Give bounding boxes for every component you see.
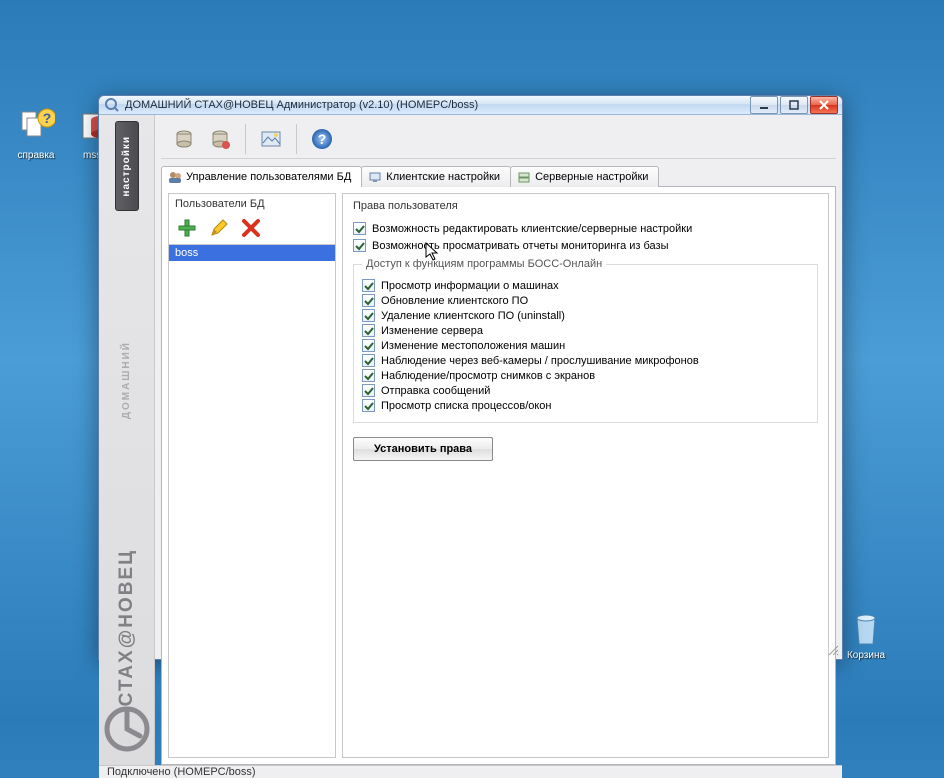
tab-label: Серверные настройки bbox=[535, 171, 648, 183]
resize-grip[interactable] bbox=[827, 644, 839, 656]
checkbox-icon bbox=[362, 324, 375, 337]
desktop-recycle-icon[interactable]: Корзина bbox=[836, 608, 896, 661]
brand-text-2: СТАХ@НОВЕЦ bbox=[116, 549, 138, 706]
toolbar: ? bbox=[161, 119, 836, 159]
checkbox-icon bbox=[362, 309, 375, 322]
desktop-help-icon[interactable]: ? справка bbox=[6, 108, 66, 161]
edit-user-button[interactable] bbox=[207, 216, 231, 240]
toolbar-image-button[interactable] bbox=[256, 124, 286, 154]
chk-label: Просмотр списка процессов/окон bbox=[381, 400, 552, 412]
toolbar-separator bbox=[245, 124, 246, 154]
user-list[interactable]: boss bbox=[169, 244, 335, 757]
tabstrip: Управление пользователями БД Клиентские … bbox=[161, 165, 836, 186]
delete-user-button[interactable] bbox=[239, 216, 263, 240]
checkbox-icon bbox=[362, 339, 375, 352]
chk-option-6[interactable]: Наблюдение/просмотр снимков с экранов bbox=[362, 369, 809, 382]
users-pane: Пользователи БД boss bbox=[168, 193, 336, 758]
client-icon bbox=[368, 170, 382, 184]
svg-text:?: ? bbox=[318, 131, 327, 147]
chk-edit-settings[interactable]: Возможность редактировать клиентские/сер… bbox=[353, 222, 818, 235]
permissions-pane: Права пользователя Возможность редактиро… bbox=[342, 193, 829, 758]
checkbox-icon bbox=[362, 399, 375, 412]
app-window: ДОМАШНИЙ СТАХ@НОВЕЦ Администратор (v2.10… bbox=[98, 95, 843, 660]
window-title: ДОМАШНИЙ СТАХ@НОВЕЦ Администратор (v2.10… bbox=[125, 99, 750, 111]
svg-text:?: ? bbox=[43, 110, 52, 126]
users-icon bbox=[168, 170, 182, 184]
chk-option-4[interactable]: Изменение местоположения машин bbox=[362, 339, 809, 352]
toolbar-db-2-button[interactable] bbox=[205, 124, 235, 154]
chk-option-0[interactable]: Просмотр информации о машинах bbox=[362, 279, 809, 292]
user-item[interactable]: boss bbox=[169, 245, 335, 261]
checkbox-icon bbox=[362, 279, 375, 292]
maximize-button[interactable] bbox=[780, 96, 808, 114]
chk-label: Просмотр информации о машинах bbox=[381, 280, 559, 292]
chk-option-7[interactable]: Отправка сообщений bbox=[362, 384, 809, 397]
tab-server[interactable]: Серверные настройки bbox=[510, 166, 659, 187]
chk-option-1[interactable]: Обновление клиентского ПО bbox=[362, 294, 809, 307]
desktop-help-label: справка bbox=[6, 150, 66, 161]
apply-permissions-button[interactable]: Установить права bbox=[353, 437, 493, 461]
titlebar[interactable]: ДОМАШНИЙ СТАХ@НОВЕЦ Администратор (v2.10… bbox=[99, 96, 842, 115]
chk-label: Наблюдение/просмотр снимков с экранов bbox=[381, 370, 595, 382]
chk-view-reports[interactable]: Возможность просматривать отчеты монитор… bbox=[353, 239, 818, 252]
content-area: Пользователи БД boss bbox=[161, 186, 836, 765]
permissions-title: Права пользователя bbox=[353, 200, 818, 212]
sidebar-tab-label: настройки bbox=[121, 136, 132, 197]
checkbox-icon bbox=[362, 294, 375, 307]
chk-label: Обновление клиентского ПО bbox=[381, 295, 528, 307]
checkbox-icon bbox=[353, 222, 366, 235]
checkbox-icon bbox=[362, 369, 375, 382]
server-icon bbox=[517, 170, 531, 184]
checkbox-icon bbox=[362, 384, 375, 397]
brand-logo-icon bbox=[104, 706, 150, 755]
sidebar-rail: настройки ДОМАШНИЙ СТАХ@НОВЕЦ bbox=[99, 115, 155, 765]
statusbar: Подключено (HOMEPC/boss) bbox=[99, 765, 842, 778]
desktop-recycle-label: Корзина bbox=[836, 650, 896, 661]
fieldset-title: Доступ к функциям программы БОСС-Онлайн bbox=[362, 258, 606, 270]
checkbox-icon bbox=[353, 239, 366, 252]
sidebar-tab-settings[interactable]: настройки bbox=[115, 121, 139, 211]
brand-text-1: ДОМАШНИЙ bbox=[121, 341, 132, 419]
chk-option-5[interactable]: Наблюдение через веб-камеры / прослушива… bbox=[362, 354, 809, 367]
close-button[interactable] bbox=[810, 96, 838, 114]
chk-option-8[interactable]: Просмотр списка процессов/окон bbox=[362, 399, 809, 412]
chk-label: Изменение сервера bbox=[381, 325, 483, 337]
toolbar-separator bbox=[296, 124, 297, 154]
boss-online-group: Доступ к функциям программы БОСС-Онлайн … bbox=[353, 264, 818, 423]
add-user-button[interactable] bbox=[175, 216, 199, 240]
users-pane-title: Пользователи БД bbox=[169, 194, 335, 214]
chk-option-2[interactable]: Удаление клиентского ПО (uninstall) bbox=[362, 309, 809, 322]
chk-label: Наблюдение через веб-камеры / прослушива… bbox=[381, 355, 699, 367]
toolbar-db-1-button[interactable] bbox=[169, 124, 199, 154]
app-icon bbox=[105, 98, 119, 112]
chk-label: Изменение местоположения машин bbox=[381, 340, 565, 352]
minimize-button[interactable] bbox=[750, 96, 778, 114]
chk-label: Отправка сообщений bbox=[381, 385, 490, 397]
checkbox-icon bbox=[362, 354, 375, 367]
tab-users[interactable]: Управление пользователями БД bbox=[161, 166, 362, 187]
chk-label: Удаление клиентского ПО (uninstall) bbox=[381, 310, 565, 322]
tab-label: Клиентские настройки bbox=[386, 171, 500, 183]
chk-label: Возможность редактировать клиентские/сер… bbox=[372, 223, 692, 235]
chk-option-3[interactable]: Изменение сервера bbox=[362, 324, 809, 337]
tab-client[interactable]: Клиентские настройки bbox=[361, 166, 511, 187]
toolbar-help-button[interactable]: ? bbox=[307, 124, 337, 154]
tab-label: Управление пользователями БД bbox=[186, 171, 351, 183]
chk-label: Возможность просматривать отчеты монитор… bbox=[372, 240, 669, 252]
status-text: Подключено (HOMEPC/boss) bbox=[107, 766, 256, 778]
